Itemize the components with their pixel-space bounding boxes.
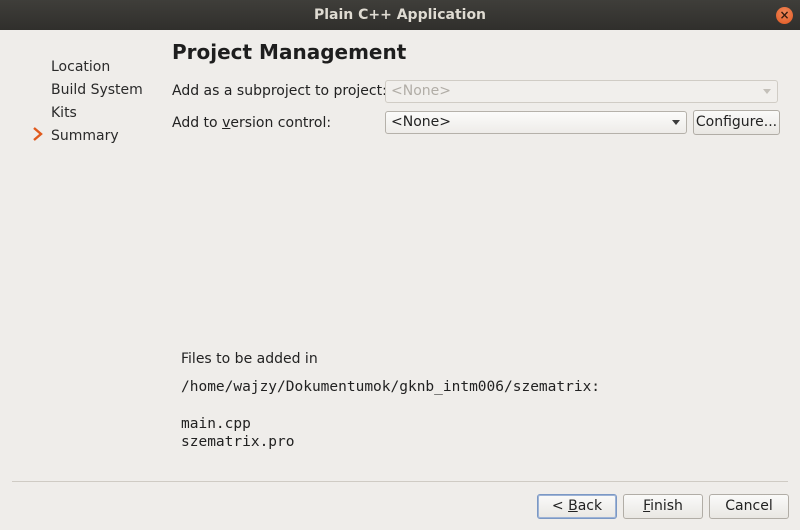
finish-button[interactable]: Finish xyxy=(623,494,703,519)
subproject-combobox[interactable]: <None> xyxy=(385,80,778,103)
back-button-prefix: < xyxy=(551,498,569,514)
window-titlebar: Plain C++ Application × xyxy=(0,0,800,30)
back-button-rest: ack xyxy=(577,498,603,514)
finish-button-rest: inish xyxy=(650,498,683,514)
files-directory: /home/wajzy/Dokumentumok/gknb_intm006/sz… xyxy=(181,379,601,395)
chevron-down-icon xyxy=(763,89,771,94)
version-control-label: Add to version control: xyxy=(172,115,331,131)
step-location: Location xyxy=(51,59,111,75)
back-button[interactable]: < Back xyxy=(537,494,617,519)
back-button-mnemonic: B xyxy=(568,498,578,514)
files-heading: Files to be added in xyxy=(181,351,318,367)
subproject-combobox-value: <None> xyxy=(391,83,451,99)
version-control-label-part2: ersion control: xyxy=(230,115,332,131)
subproject-label: Add as a subproject to project: xyxy=(172,83,387,99)
step-build-system: Build System xyxy=(51,82,143,98)
version-control-combobox-value: <None> xyxy=(391,114,451,130)
chevron-right-icon xyxy=(33,127,43,141)
page-title: Project Management xyxy=(172,40,407,64)
file-item-main-cpp: main.cpp xyxy=(181,416,251,432)
file-item-szematrix-pro: szematrix.pro xyxy=(181,434,295,450)
step-summary: Summary xyxy=(51,128,119,144)
configure-button[interactable]: Configure... xyxy=(693,110,780,135)
close-icon[interactable]: × xyxy=(776,7,793,24)
step-kits: Kits xyxy=(51,105,77,121)
cancel-button[interactable]: Cancel xyxy=(709,494,789,519)
chevron-down-icon xyxy=(672,120,680,125)
version-control-label-part1: Add to xyxy=(172,115,223,131)
window-title: Plain C++ Application xyxy=(313,7,487,23)
version-control-combobox[interactable]: <None> xyxy=(385,111,687,134)
footer-divider xyxy=(12,481,788,482)
